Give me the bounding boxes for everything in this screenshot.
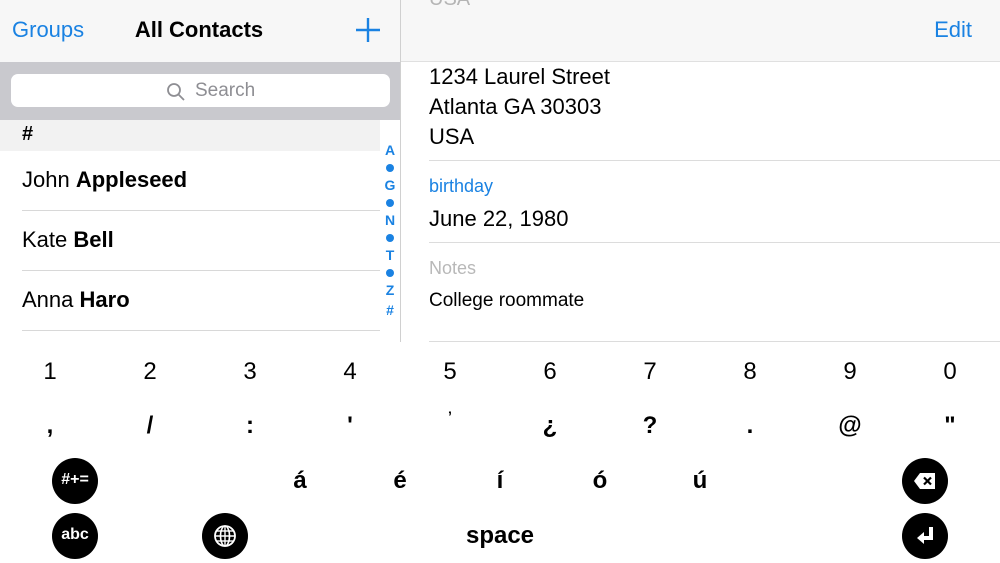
- nav-divider: [401, 61, 1000, 62]
- contact-name: Kate Bell: [22, 227, 114, 252]
- key-i-acute[interactable]: í: [497, 467, 504, 495]
- contact-row[interactable]: Anna Haro: [0, 271, 380, 331]
- key-0[interactable]: 0: [920, 358, 980, 386]
- key-6[interactable]: 6: [520, 358, 580, 386]
- index-dot: [386, 269, 394, 277]
- key-7[interactable]: 7: [620, 358, 680, 386]
- contacts-list-pane: Groups All Contacts Search # John Apples…: [0, 0, 400, 342]
- return-icon: [917, 527, 933, 544]
- key-slash[interactable]: /: [120, 412, 180, 440]
- key-4[interactable]: 4: [320, 358, 380, 386]
- index-dot: [386, 199, 394, 207]
- contact-name: Anna Haro: [22, 287, 130, 312]
- key-1[interactable]: 1: [20, 358, 80, 386]
- page-title: All Contacts: [134, 17, 264, 42]
- address-line-3: USA: [429, 124, 475, 149]
- section-index-bar[interactable]: A G N T Z #: [380, 140, 400, 325]
- key-o-acute[interactable]: ó: [593, 467, 608, 495]
- search-placeholder: Search: [195, 80, 256, 101]
- index-dot: [386, 164, 394, 172]
- key-right-quote[interactable]: ’: [420, 408, 480, 424]
- index-letter[interactable]: A: [380, 142, 400, 158]
- key-colon[interactable]: :: [220, 412, 280, 440]
- edit-button[interactable]: Edit: [934, 17, 972, 43]
- search-bar: Search: [0, 62, 400, 120]
- contacts-nav-bar: Groups All Contacts: [0, 0, 400, 62]
- backspace-icon: [914, 473, 935, 489]
- contact-row[interactable]: Kate Bell: [0, 211, 380, 271]
- section-header-label: #: [22, 123, 34, 145]
- index-letter[interactable]: T: [380, 247, 400, 263]
- globe-key[interactable]: [202, 513, 248, 559]
- symbols-key[interactable]: #+=: [52, 458, 98, 504]
- key-period[interactable]: .: [720, 412, 780, 440]
- key-u-acute[interactable]: ú: [693, 467, 708, 495]
- search-input[interactable]: Search: [11, 74, 390, 107]
- notes-field[interactable]: College roommate: [429, 290, 584, 312]
- key-apostrophe[interactable]: ': [320, 412, 380, 440]
- search-icon: [167, 83, 185, 101]
- globe-icon: [214, 525, 236, 547]
- index-letter[interactable]: N: [380, 212, 400, 228]
- key-2[interactable]: 2: [120, 358, 180, 386]
- abc-key-label: abc: [61, 526, 89, 543]
- key-3[interactable]: 3: [220, 358, 280, 386]
- address-line-2: Atlanta GA 30303: [429, 94, 602, 119]
- notes-label: Notes: [429, 258, 477, 278]
- index-letter[interactable]: #: [380, 302, 400, 318]
- section-header: #: [0, 120, 380, 151]
- key-8[interactable]: 8: [720, 358, 780, 386]
- contact-name: John Appleseed: [22, 167, 188, 192]
- field-divider: [429, 160, 1000, 161]
- key-5[interactable]: 5: [420, 358, 480, 386]
- keyboard: 1 2 3 4 5 6 7 8 9 0 , / : ' ’ ¿ ? . @ " …: [0, 342, 1000, 563]
- symbols-key-label: #+=: [61, 471, 89, 488]
- key-inverted-question[interactable]: ¿: [520, 412, 580, 440]
- field-divider: [429, 242, 1000, 243]
- return-key[interactable]: [902, 513, 948, 559]
- index-dot: [386, 234, 394, 242]
- abc-key[interactable]: abc: [52, 513, 98, 559]
- key-e-acute[interactable]: é: [393, 467, 406, 495]
- key-double-quote[interactable]: ": [920, 412, 980, 440]
- key-comma[interactable]: ,: [20, 412, 80, 440]
- birthday-value: June 22, 1980: [429, 206, 569, 231]
- add-contact-button[interactable]: [352, 12, 384, 46]
- index-letter[interactable]: G: [380, 177, 400, 193]
- contact-row[interactable]: John Appleseed: [0, 151, 380, 211]
- index-letter[interactable]: Z: [380, 282, 400, 298]
- key-9[interactable]: 9: [820, 358, 880, 386]
- delete-key[interactable]: [902, 458, 948, 504]
- scrolled-country-label: USA: [429, 0, 470, 11]
- space-key[interactable]: space: [466, 522, 534, 550]
- key-a-acute[interactable]: á: [293, 467, 306, 495]
- address-line-1: 1234 Laurel Street: [429, 64, 611, 89]
- contact-detail-nav-bar: USA Edit: [401, 0, 1000, 62]
- plus-icon: [356, 18, 380, 42]
- key-question[interactable]: ?: [620, 412, 680, 440]
- birthday-label: birthday: [429, 176, 494, 196]
- key-at[interactable]: @: [820, 412, 880, 440]
- row-divider: [22, 330, 380, 331]
